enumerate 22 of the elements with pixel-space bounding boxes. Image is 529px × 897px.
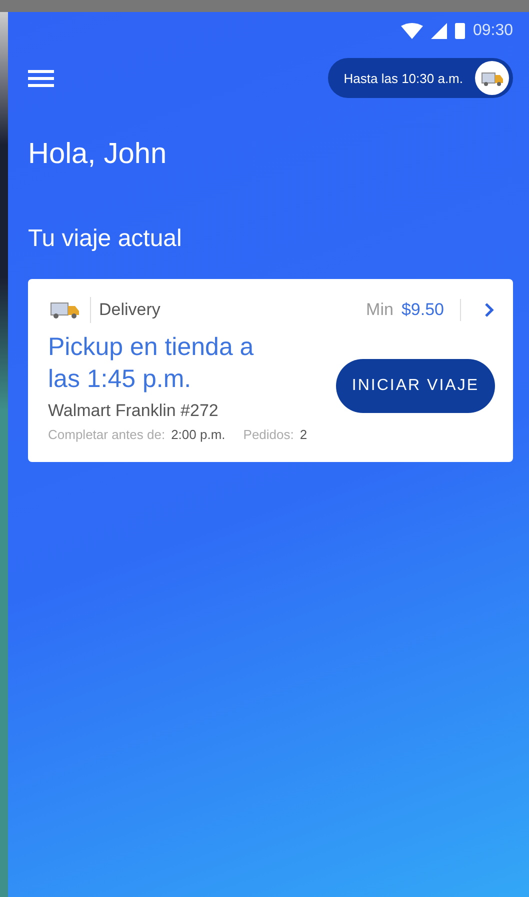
deadline-time: 2:00 p.m. [171,427,226,442]
wifi-icon [400,23,423,39]
signal-icon [430,23,447,39]
chevron-right-icon[interactable] [483,302,495,318]
trip-title: Pickup en tienda a las 1:45 p.m. [48,332,255,395]
battery-icon [454,23,465,39]
trip-type: Delivery [99,300,160,320]
greeting: Hola, John [28,138,168,171]
start-trip-button[interactable]: INICIAR VIAJE [336,359,495,413]
status-time: 09:30 [472,22,513,40]
shift-time-text: Hasta las 10:30 a.m. [344,70,463,86]
store-name: Walmart Franklin #272 [48,401,220,421]
min-label: Min [366,300,394,320]
shift-pill[interactable]: Hasta las 10:30 a.m. [328,58,513,98]
section-title: Tu viaje actual [28,225,183,253]
deadline-label: Completar antes de: [48,427,166,442]
truck-icon [475,61,509,95]
min-pay: $9.50 [401,300,444,320]
orders-label: Pedidos: [243,427,294,442]
trip-card[interactable]: Delivery Min $9.50 Pickup en tienda a las 1:45 p.m. Walmart Franklin #272 INICIAR VIAJE Completar antes de: 2:00 p.m. Pedidos: 2 [28,279,513,462]
menu-icon[interactable] [28,69,54,87]
orders-count: 2 [300,427,308,442]
